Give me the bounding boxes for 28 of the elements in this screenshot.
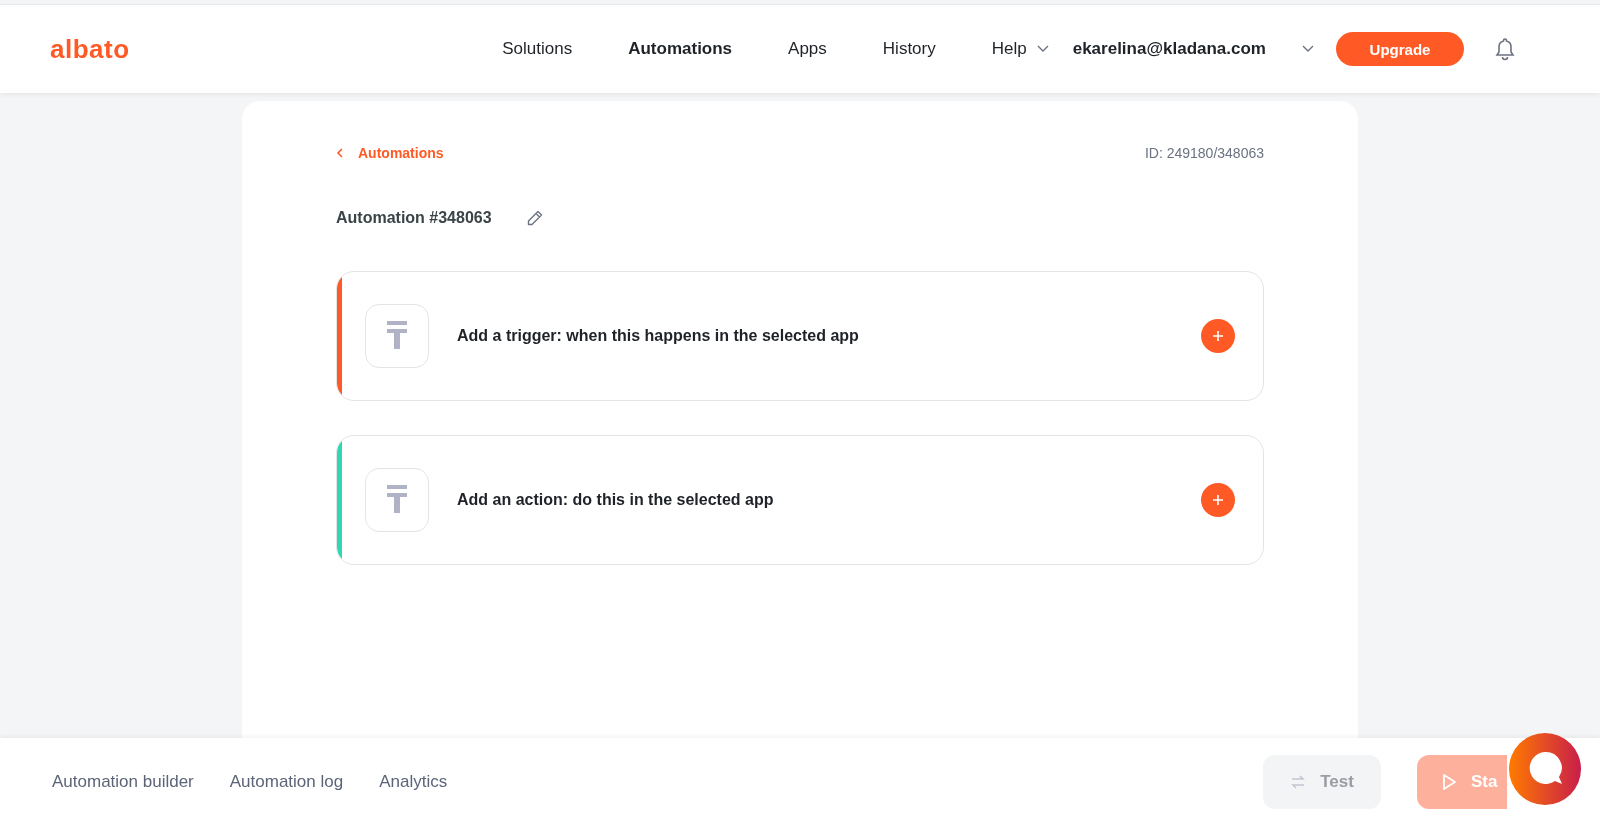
play-icon	[1441, 773, 1457, 791]
swap-arrows-icon	[1290, 775, 1307, 789]
automation-title: Automation #348063	[336, 209, 492, 227]
plus-icon	[1212, 330, 1224, 342]
footer-tab[interactable]: Analytics	[379, 772, 448, 792]
nav-link[interactable]: Apps	[788, 39, 827, 59]
plus-icon	[1212, 494, 1224, 506]
nav-link[interactable]: Solutions	[502, 39, 573, 59]
chevron-left-icon	[336, 148, 344, 158]
pencil-icon[interactable]	[525, 209, 544, 227]
nav-link[interactable]: History	[882, 39, 936, 59]
bell-icon[interactable]	[1494, 37, 1516, 61]
step-card[interactable]: Add an action: do this in the selected app	[336, 435, 1264, 565]
automation-id: ID: 249180/348063	[1144, 145, 1264, 161]
nav-link[interactable]: Help	[991, 39, 1049, 59]
chat-bubble-icon[interactable]	[1508, 732, 1582, 806]
footer-tab[interactable]: Automation log	[229, 772, 344, 792]
nav-link[interactable]: Automations	[628, 39, 733, 59]
chevron-down-icon[interactable]	[1302, 45, 1314, 53]
footer-tab[interactable]: Automation builder	[52, 772, 194, 792]
step-label: Add a trigger: when this happens in the selected app	[457, 327, 860, 345]
step-card[interactable]: Add a trigger: when this happens in the selected app	[336, 271, 1264, 401]
add-button[interactable]	[1201, 319, 1235, 353]
app-placeholder-icon	[365, 468, 429, 532]
account-menu[interactable]: ekarelina@kladana.com	[1072, 39, 1266, 59]
step-label: Add an action: do this in the selected app	[457, 491, 775, 509]
add-button[interactable]	[1201, 483, 1235, 517]
app-placeholder-icon	[365, 304, 429, 368]
